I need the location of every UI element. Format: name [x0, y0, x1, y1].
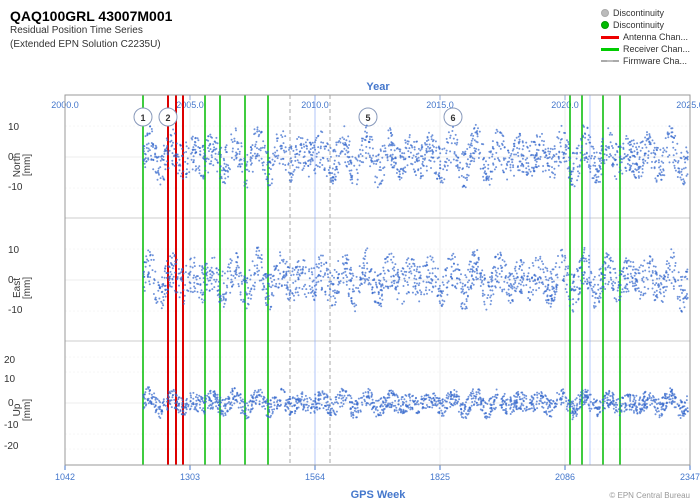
gps-axis: 1042 1303 1564 1825 2086 2347 — [55, 465, 700, 482]
svg-text:20: 20 — [4, 355, 16, 366]
svg-text:[mm]: [mm] — [22, 154, 33, 176]
svg-text:-10: -10 — [8, 182, 23, 193]
svg-text:-10: -10 — [4, 420, 19, 431]
svg-text:1303: 1303 — [180, 472, 200, 482]
svg-text:10: 10 — [4, 374, 16, 385]
svg-text:1825: 1825 — [430, 472, 450, 482]
disc-label-6-text: 6 — [450, 113, 455, 123]
watermark: © EPN Central Bureau — [609, 491, 690, 500]
svg-text:1564: 1564 — [305, 472, 325, 482]
svg-text:1042: 1042 — [55, 472, 75, 482]
gps-axis-label: GPS Week — [351, 489, 407, 501]
chart-container: QAQ100GRL 43007M001 Residual Position Ti… — [0, 0, 700, 504]
disc-label-2-text: 2 — [165, 113, 170, 123]
disc-label-5-text: 5 — [365, 113, 370, 123]
svg-text:-10: -10 — [8, 305, 23, 316]
svg-text:2025.0: 2025.0 — [676, 100, 700, 110]
disc-label-1-text: 1 — [140, 113, 145, 123]
svg-text:[mm]: [mm] — [22, 277, 33, 299]
svg-text:2086: 2086 — [555, 472, 575, 482]
year-axis-label: Year — [366, 81, 390, 93]
svg-text:10: 10 — [8, 122, 20, 133]
svg-text:2347: 2347 — [680, 472, 700, 482]
svg-text:-20: -20 — [4, 441, 19, 452]
chart-svg: Year 2000.0 2005.0 2010.0 2015.0 2020.0 — [0, 0, 700, 504]
svg-text:[mm]: [mm] — [22, 399, 33, 421]
svg-text:10: 10 — [8, 245, 20, 256]
